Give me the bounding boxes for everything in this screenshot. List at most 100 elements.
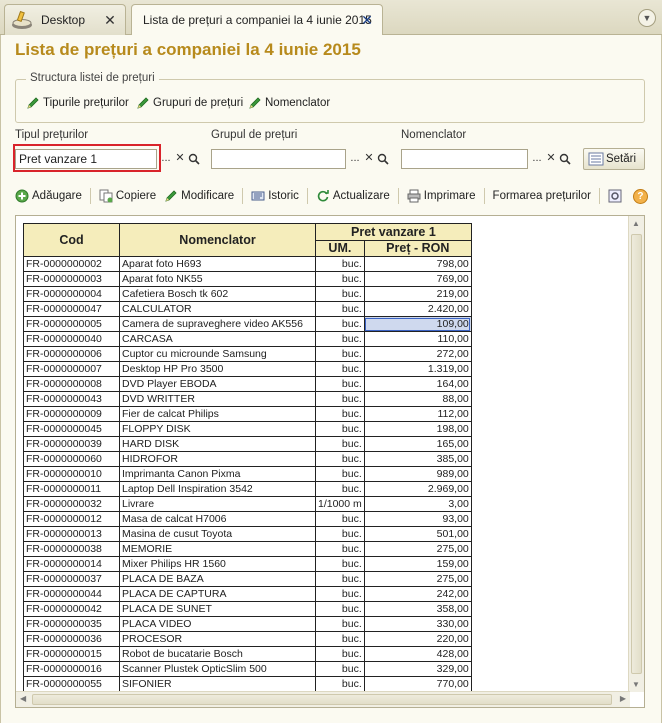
table-row[interactable]: FR-0000000011 Laptop Dell Inspiration 354…	[23, 481, 472, 497]
link-price-groups[interactable]: Grupuri de prețuri	[136, 96, 243, 110]
cell-cod[interactable]: FR-0000000035	[23, 616, 120, 632]
table-row[interactable]: FR-0000000009 Fier de calcat Philips buc. 1…	[23, 406, 472, 422]
cell-nomenclator[interactable]: Robot de bucatarie Bosch	[119, 646, 316, 662]
cell-um[interactable]: buc.	[315, 421, 365, 437]
scroll-right-icon[interactable]: ▶	[620, 694, 626, 703]
cell-price[interactable]: 112,00	[363, 406, 472, 422]
cell-um[interactable]: buc.	[315, 571, 365, 587]
cell-nomenclator[interactable]: CARCASA	[119, 331, 316, 347]
cell-um[interactable]: buc.	[315, 346, 365, 362]
cell-price[interactable]: 198,00	[363, 421, 472, 437]
search-icon[interactable]	[558, 149, 572, 169]
add-button[interactable]: Adăugare	[15, 189, 82, 203]
cell-nomenclator[interactable]: Desktop HP Pro 3500	[119, 361, 316, 377]
table-row[interactable]: FR-0000000016 Scanner Plustek OpticSlim 5…	[23, 661, 472, 677]
scroll-left-icon[interactable]: ◀	[20, 694, 26, 703]
nomenclator-input[interactable]	[401, 149, 528, 169]
table-row[interactable]: FR-0000000003 Aparat foto NK55 buc. 769,00	[23, 271, 472, 287]
cell-cod[interactable]: FR-0000000003	[23, 271, 120, 287]
price-type-clear-button[interactable]: ✕	[173, 149, 187, 169]
cell-um[interactable]: buc.	[315, 391, 365, 407]
cell-nomenclator[interactable]: Aparat foto NK55	[119, 271, 316, 287]
cell-cod[interactable]: FR-0000000060	[23, 451, 120, 467]
cell-um[interactable]: buc.	[315, 631, 365, 647]
cell-cod[interactable]: FR-0000000016	[23, 661, 120, 677]
cell-um[interactable]: 1/1000 m	[315, 496, 365, 512]
chevron-down-icon[interactable]: ▼	[638, 9, 656, 27]
cell-price[interactable]: 109,00	[363, 316, 472, 332]
table-row[interactable]: FR-0000000047 CALCULATOR buc. 2.420,00	[23, 301, 472, 317]
cell-price[interactable]: 272,00	[363, 346, 472, 362]
cell-cod[interactable]: FR-0000000039	[23, 436, 120, 452]
cell-nomenclator[interactable]: Fier de calcat Philips	[119, 406, 316, 422]
cell-nomenclator[interactable]: PLACA VIDEO	[119, 616, 316, 632]
cell-price[interactable]: 110,00	[363, 331, 472, 347]
cell-cod[interactable]: FR-0000000013	[23, 526, 120, 542]
copy-button[interactable]: Copiere	[99, 189, 156, 203]
cell-cod[interactable]: FR-0000000015	[23, 646, 120, 662]
cell-nomenclator[interactable]: MEMORIE	[119, 541, 316, 557]
print-button[interactable]: Imprimare	[407, 189, 476, 203]
cell-price[interactable]: 2.420,00	[363, 301, 472, 317]
cell-nomenclator[interactable]: DVD WRITTER	[119, 391, 316, 407]
edit-button[interactable]: Modificare	[164, 189, 234, 203]
cell-nomenclator[interactable]: Mixer Philips HR 1560	[119, 556, 316, 572]
cell-nomenclator[interactable]: CALCULATOR	[119, 301, 316, 317]
cell-nomenclator[interactable]: HARD DISK	[119, 436, 316, 452]
cell-um[interactable]: buc.	[315, 271, 365, 287]
cell-nomenclator[interactable]: Imprimanta Canon Pixma	[119, 466, 316, 482]
vertical-scroll-thumb[interactable]	[631, 234, 642, 674]
nomenclator-clear-button[interactable]: ✕	[544, 149, 558, 169]
cell-cod[interactable]: FR-0000000047	[23, 301, 120, 317]
column-header-nomenclator[interactable]: Nomenclator	[119, 223, 316, 257]
cell-nomenclator[interactable]: Masa de calcat H7006	[119, 511, 316, 527]
cell-um[interactable]: buc.	[315, 601, 365, 617]
tab-desktop[interactable]: Desktop ✕	[4, 4, 126, 35]
close-icon[interactable]: ✕	[360, 12, 374, 29]
cell-price[interactable]: 329,00	[363, 661, 472, 677]
table-row[interactable]: FR-0000000004 Cafetiera Bosch tk 602 buc. 2…	[23, 286, 472, 302]
cell-um[interactable]: buc.	[315, 586, 365, 602]
tab-price-list[interactable]: Lista de prețuri a companiei la 4 iunie …	[131, 4, 383, 36]
table-row[interactable]: FR-0000000006 Cuptor cu microunde Samsung…	[23, 346, 472, 362]
cell-cod[interactable]: FR-0000000010	[23, 466, 120, 482]
cell-nomenclator[interactable]: Aparat foto H693	[119, 256, 316, 272]
cell-cod[interactable]: FR-0000000012	[23, 511, 120, 527]
price-type-select-button[interactable]: ...	[159, 149, 173, 169]
cell-price[interactable]: 3,00	[363, 496, 472, 512]
table-row[interactable]: FR-0000000005 Camera de supraveghere vide…	[23, 316, 472, 332]
link-nomenclator[interactable]: Nomenclator	[248, 96, 330, 110]
table-row[interactable]: FR-0000000002 Aparat foto H693 buc. 798,00	[23, 256, 472, 272]
price-group-select-button[interactable]: ...	[348, 149, 362, 169]
cell-um[interactable]: buc.	[315, 661, 365, 677]
cell-um[interactable]: buc.	[315, 646, 365, 662]
cell-price[interactable]: 88,00	[363, 391, 472, 407]
table-row[interactable]: FR-0000000060 HIDROFOR buc. 385,00	[23, 451, 472, 467]
table-row[interactable]: FR-0000000008 DVD Player EBODA buc. 164,00	[23, 376, 472, 392]
table-row[interactable]: FR-0000000012 Masa de calcat H7006 buc. 93,…	[23, 511, 472, 527]
table-row[interactable]: FR-0000000055 SIFONIER buc. 770,00	[23, 676, 472, 692]
cell-price[interactable]: 358,00	[363, 601, 472, 617]
price-group-input[interactable]	[211, 149, 346, 169]
cell-um[interactable]: buc.	[315, 406, 365, 422]
cell-nomenclator[interactable]: Laptop Dell Inspiration 3542	[119, 481, 316, 497]
cell-cod[interactable]: FR-0000000007	[23, 361, 120, 377]
cell-cod[interactable]: FR-0000000042	[23, 601, 120, 617]
cell-nomenclator[interactable]: DVD Player EBODA	[119, 376, 316, 392]
cell-cod[interactable]: FR-0000000055	[23, 676, 120, 692]
link-price-types[interactable]: Tipurile prețurilor	[26, 96, 129, 110]
cell-cod[interactable]: FR-0000000044	[23, 586, 120, 602]
table-row[interactable]: FR-0000000044 PLACA DE CAPTURA buc. 242,00	[23, 586, 472, 602]
help-button[interactable]: ?	[632, 188, 648, 204]
horizontal-scrollbar[interactable]: ◀ ▶	[16, 691, 630, 707]
table-row[interactable]: FR-0000000038 MEMORIE buc. 275,00	[23, 541, 472, 557]
scroll-up-icon[interactable]: ▲	[632, 219, 640, 228]
cell-price[interactable]: 219,00	[363, 286, 472, 302]
cell-price[interactable]: 798,00	[363, 256, 472, 272]
cell-nomenclator[interactable]: PLACA DE BAZA	[119, 571, 316, 587]
cell-price[interactable]: 275,00	[363, 571, 472, 587]
cell-nomenclator[interactable]: PLACA DE CAPTURA	[119, 586, 316, 602]
refresh-button[interactable]: Actualizare	[316, 189, 390, 203]
cell-price[interactable]: 1.319,00	[363, 361, 472, 377]
cell-cod[interactable]: FR-0000000036	[23, 631, 120, 647]
